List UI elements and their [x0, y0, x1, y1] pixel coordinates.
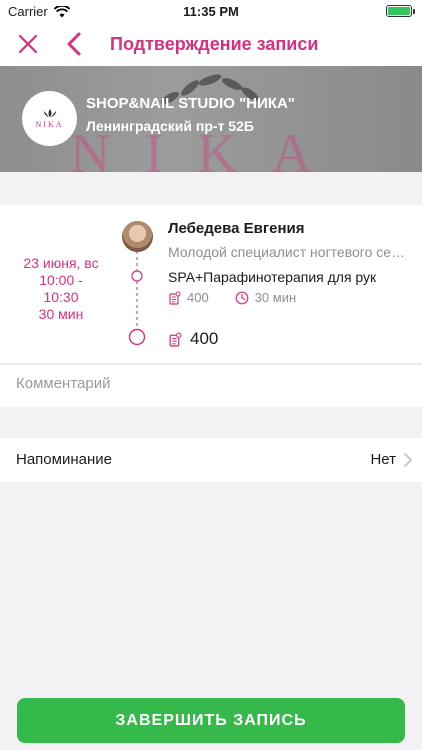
- booking-date: 23 июня, вс: [23, 255, 99, 271]
- reminder-row[interactable]: Напоминание Нет: [0, 438, 422, 482]
- logo-text: NIKA: [35, 120, 64, 129]
- chevron-right-icon: [404, 453, 412, 467]
- back-arrow-icon[interactable]: [64, 31, 84, 57]
- master-avatar: [122, 221, 153, 252]
- studio-name: SHOP&NAIL STUDIO "НИКА": [86, 95, 295, 112]
- studio-banner[interactable]: NIKA NIKA SHOP&NAIL STUDIO "НИКА" Ленинг…: [0, 66, 422, 172]
- comment-input[interactable]: [16, 375, 406, 392]
- status-bar: Carrier 11:35 PM: [0, 0, 422, 22]
- clock-icon: [235, 291, 249, 304]
- service-price: 400: [187, 290, 209, 305]
- close-icon[interactable]: [16, 32, 40, 56]
- booking-card: 23 июня, вс 10:00 - 10:30 30 мин Лебедев…: [0, 205, 422, 363]
- total-row: 400: [168, 329, 218, 349]
- price-tag-icon: [169, 291, 181, 305]
- finish-booking-button[interactable]: ЗАВЕРШИТЬ ЗАПИСЬ: [17, 698, 405, 743]
- price-tag-icon: [169, 332, 182, 347]
- master-role: Молодой специалист ногтевого сервиса: [168, 244, 410, 260]
- studio-logo: NIKA: [22, 91, 77, 146]
- booking-duration: 30 мин: [38, 306, 84, 322]
- total-price: 400: [190, 329, 219, 348]
- page-title: Подтверждение записи: [110, 34, 319, 54]
- clock: 11:35 PM: [183, 4, 239, 19]
- booking-time-end: 10:30: [43, 289, 79, 305]
- comment-section: [0, 364, 422, 407]
- battery-icon: [386, 5, 415, 17]
- service-name: SPA+Парафинотерапия для рук: [168, 269, 377, 285]
- navigation-bar: Подтверждение записи: [0, 22, 422, 66]
- service-meta: 400 30 мин: [168, 290, 296, 305]
- master-name: Лебедева Евгения: [168, 220, 305, 237]
- booking-datetime: 23 июня, вс 10:00 - 10:30 30 мин: [8, 255, 114, 323]
- reminder-value: Нет: [370, 451, 396, 468]
- lotus-icon: [43, 109, 56, 117]
- booking-time-start: 10:00 -: [39, 272, 83, 288]
- reminder-label: Напоминание: [16, 451, 112, 468]
- studio-address: Ленинградский пр-т 52Б: [86, 118, 254, 134]
- service-duration: 30 мин: [254, 290, 297, 305]
